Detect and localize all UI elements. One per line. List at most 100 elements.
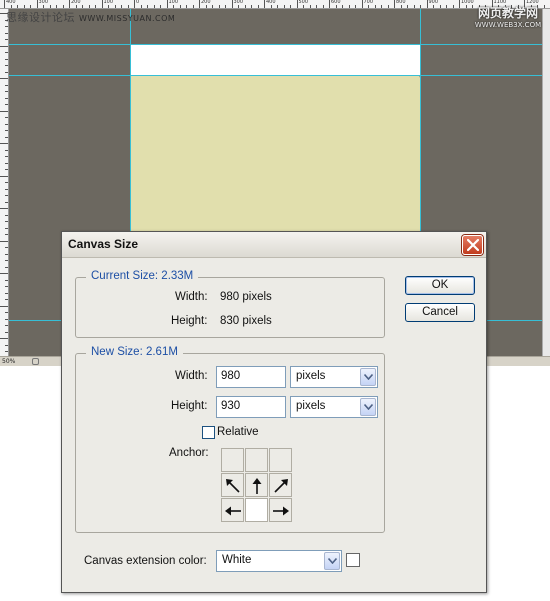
ruler-tick — [5, 331, 8, 333]
ruler-minor-tick — [121, 5, 122, 8]
cancel-button[interactable]: Cancel — [405, 303, 475, 322]
ruler-tick — [5, 279, 8, 281]
ruler-minor-tick — [342, 5, 343, 8]
height-input[interactable]: 930 — [216, 396, 286, 418]
anchor-middle-left[interactable] — [221, 473, 244, 497]
anchor-bottom-center[interactable] — [245, 498, 268, 522]
ruler-tick — [5, 97, 8, 99]
anchor-bottom-left[interactable] — [221, 498, 244, 522]
ruler-major-tick — [134, 0, 135, 8]
ruler-minor-tick — [303, 5, 304, 8]
ruler-minor-tick — [335, 5, 337, 8]
ruler-minor-tick — [407, 5, 408, 8]
status-info-icon[interactable] — [32, 358, 39, 365]
canvas-size-dialog: Canvas Size Current Size: 2.33M Width: 9… — [61, 231, 487, 593]
anchor-top-left[interactable] — [221, 448, 244, 472]
ruler-minor-tick — [420, 5, 421, 8]
ruler-minor-tick — [400, 5, 402, 8]
ruler-major-tick — [459, 0, 460, 8]
anchor-grid — [221, 448, 293, 523]
ruler-tick — [0, 273, 8, 274]
ruler-minor-tick — [75, 5, 77, 8]
new-width-label: Width: — [175, 370, 208, 382]
anchor-middle-center[interactable] — [245, 473, 268, 497]
watermark-left-text: 思缘设计论坛 — [6, 11, 75, 24]
ruler-tick — [0, 143, 8, 144]
ruler-tick — [5, 162, 8, 164]
ruler-tick — [5, 266, 8, 268]
ruler-minor-tick — [23, 5, 25, 8]
ruler-major-tick — [4, 0, 5, 8]
ruler-tick — [5, 130, 8, 131]
ruler-tick — [5, 123, 8, 125]
arrow-right-icon — [273, 506, 289, 516]
guide-horizontal-top[interactable] — [9, 44, 542, 45]
chevron-down-icon[interactable] — [360, 368, 376, 386]
ruler-minor-tick — [277, 5, 278, 8]
ruler-tick — [5, 351, 8, 352]
ruler-minor-tick — [218, 5, 220, 8]
ruler-tick — [5, 65, 8, 66]
ruler-tick — [0, 175, 8, 177]
ruler-minor-tick — [446, 5, 447, 8]
ruler-number: 0 — [136, 0, 140, 5]
ruler-minor-tick — [192, 5, 194, 8]
current-height-label: Height: — [171, 315, 208, 327]
ruler-tick — [5, 247, 8, 248]
ruler-minor-tick — [225, 5, 226, 8]
extension-color-value: White — [222, 554, 252, 566]
close-icon — [467, 239, 479, 251]
height-unit-value: pixels — [296, 400, 326, 412]
guide-horizontal-upper[interactable] — [9, 75, 542, 76]
ruler-minor-tick — [439, 5, 441, 8]
chevron-down-icon[interactable] — [324, 552, 340, 570]
ruler-minor-tick — [238, 5, 239, 8]
ruler-minor-tick — [10, 5, 12, 8]
arrow-up-icon — [252, 478, 262, 494]
ruler-minor-tick — [173, 5, 174, 8]
ruler-tick — [5, 195, 8, 196]
ruler-tick — [5, 182, 8, 183]
relative-label[interactable]: Relative — [217, 426, 259, 438]
left-ruler[interactable] — [0, 9, 9, 356]
ruler-major-tick — [361, 0, 363, 8]
ruler-tick — [5, 286, 8, 287]
width-input[interactable]: 980 — [216, 366, 286, 388]
ruler-tick — [5, 234, 8, 235]
ok-button[interactable]: OK — [405, 276, 475, 295]
ruler-minor-tick — [465, 5, 467, 8]
anchor-top-right[interactable] — [269, 448, 292, 472]
dialog-titlebar[interactable]: Canvas Size — [62, 232, 486, 258]
anchor-middle-right[interactable] — [269, 473, 292, 497]
zoom-level[interactable]: 50% — [2, 358, 15, 365]
vertical-scrollbar[interactable] — [542, 9, 550, 356]
height-unit-select[interactable]: pixels — [290, 396, 378, 418]
watermark-left: 思缘设计论坛 WWW.MISSYUAN.COM — [6, 9, 175, 25]
extension-color-swatch[interactable] — [346, 553, 360, 567]
ruler-minor-tick — [205, 5, 207, 8]
ruler-major-tick — [394, 0, 395, 8]
ruler-major-tick — [69, 0, 70, 8]
ruler-major-tick — [296, 0, 298, 8]
extension-color-select[interactable]: White — [216, 550, 342, 572]
current-height-value: 830 pixels — [220, 315, 272, 327]
anchor-bottom-right[interactable] — [269, 498, 292, 522]
extension-color-label: Canvas extension color: — [84, 555, 207, 567]
ruler-tick — [5, 91, 8, 92]
ruler-minor-tick — [147, 5, 148, 8]
ruler-tick — [5, 253, 8, 255]
ruler-minor-tick — [355, 5, 356, 8]
ruler-minor-tick — [316, 5, 317, 8]
ruler-minor-tick — [186, 5, 187, 8]
ruler-tick — [5, 344, 8, 346]
ruler-tick — [5, 136, 8, 138]
width-unit-select[interactable]: pixels — [290, 366, 378, 388]
close-button[interactable] — [462, 235, 483, 255]
anchor-top-center[interactable] — [245, 448, 268, 472]
relative-checkbox[interactable] — [202, 426, 215, 439]
ruler-minor-tick — [433, 5, 434, 8]
ruler-minor-tick — [270, 5, 272, 8]
ruler-tick — [0, 208, 8, 209]
ruler-major-tick — [101, 0, 103, 8]
chevron-down-icon[interactable] — [360, 398, 376, 416]
